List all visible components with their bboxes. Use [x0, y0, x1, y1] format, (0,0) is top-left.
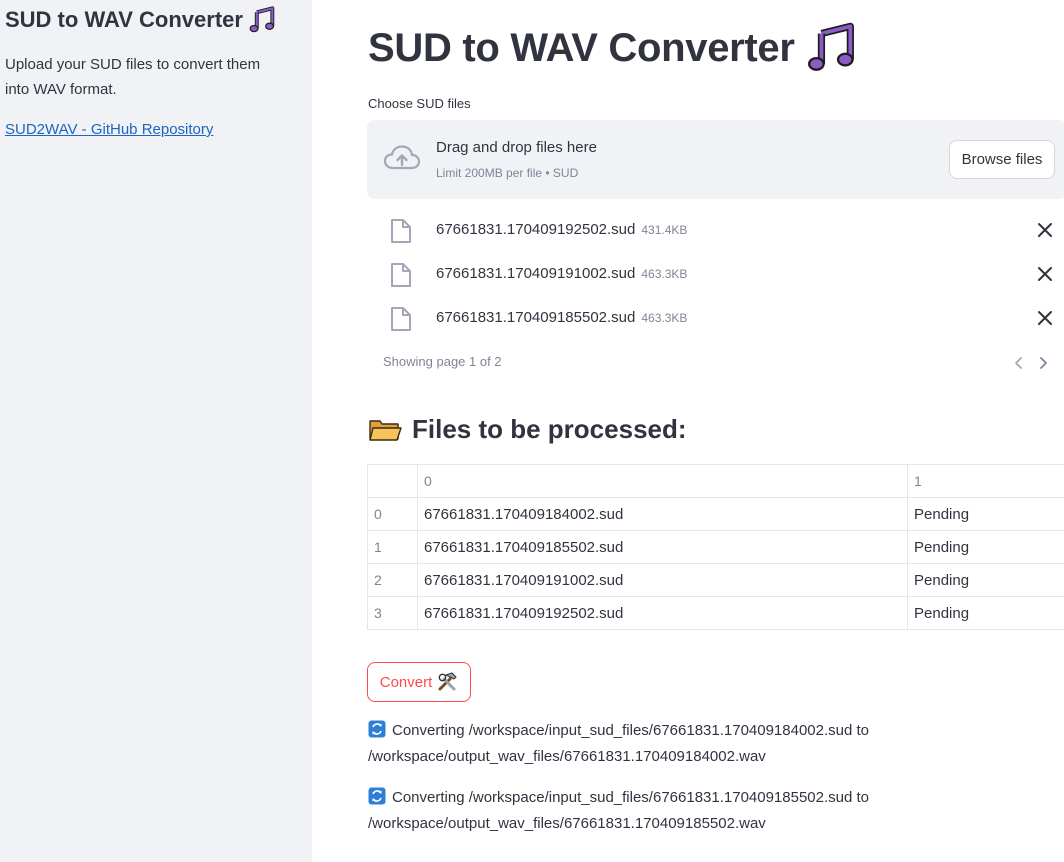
table-header-row: 0 1	[367, 464, 1064, 498]
table-column-header[interactable]: 0	[417, 464, 908, 498]
dropzone-instructions: Drag and drop files here	[436, 139, 597, 156]
uploaded-file-name: 67661831.170409192502.sud 431.4KB	[436, 221, 687, 238]
file-icon	[391, 219, 411, 243]
table-row-index: 1	[367, 530, 418, 564]
table-column-header[interactable]: 1	[907, 464, 1064, 498]
files-section-heading: Files to be processed:	[368, 414, 687, 445]
table-row-index: 3	[367, 596, 418, 630]
sidebar-title-text: SUD to WAV Converter	[5, 7, 243, 32]
folder-icon	[369, 419, 402, 441]
conversion-log-line: Converting /workspace/input_sud_files/67…	[368, 785, 1058, 837]
uploaded-file-size: 431.4KB	[641, 223, 688, 237]
table-row: 0 67661831.170409184002.sud Pending	[367, 497, 1064, 531]
cloud-upload-icon	[383, 145, 421, 170]
musical-notes-icon	[249, 6, 275, 33]
conversion-log-text: Converting /workspace/input_sud_files/67…	[368, 789, 870, 832]
table-index-header	[367, 464, 418, 498]
remove-file-close-icon[interactable]	[1036, 309, 1054, 327]
table-cell-file[interactable]: 67661831.170409192502.sud	[417, 596, 908, 630]
uploaded-file-row: 67661831.170409185502.sud 463.3KB	[367, 298, 1064, 338]
uploaded-file-name-text: 67661831.170409185502.sud	[436, 309, 636, 326]
file-icon	[391, 263, 411, 287]
table-cell-status[interactable]: Pending	[907, 596, 1064, 630]
table-row-index: 0	[367, 497, 418, 531]
table-row: 3 67661831.170409192502.sud Pending	[367, 596, 1064, 630]
table-cell-file[interactable]: 67661831.170409185502.sud	[417, 530, 908, 564]
convert-button[interactable]: Convert	[367, 662, 471, 702]
uploaded-file-size: 463.3KB	[641, 267, 688, 281]
uploaded-file-row: 67661831.170409192502.sud 431.4KB	[367, 210, 1064, 250]
dropzone-limit: Limit 200MB per file • SUD	[436, 166, 579, 180]
table-cell-file[interactable]: 67661831.170409191002.sud	[417, 563, 908, 597]
chevron-left-icon[interactable]	[1012, 355, 1026, 371]
file-dropzone[interactable]: Drag and drop files here Limit 200MB per…	[367, 120, 1064, 199]
files-section-title: Files to be processed:	[412, 414, 687, 444]
uploaded-file-name: 67661831.170409185502.sud 463.3KB	[436, 309, 687, 326]
table-cell-file[interactable]: 67661831.170409184002.sud	[417, 497, 908, 531]
table-row-index: 2	[367, 563, 418, 597]
table-row: 1 67661831.170409185502.sud Pending	[367, 530, 1064, 564]
table-cell-status[interactable]: Pending	[907, 530, 1064, 564]
table-cell-status[interactable]: Pending	[907, 563, 1064, 597]
uploaded-file-name: 67661831.170409191002.sud 463.3KB	[436, 265, 687, 282]
pagination-status: Showing page 1 of 2	[383, 354, 502, 369]
uploaded-file-row: 67661831.170409191002.sud 463.3KB	[367, 254, 1064, 294]
file-icon	[391, 307, 411, 331]
uploaded-file-size: 463.3KB	[641, 311, 688, 325]
refresh-icon	[368, 720, 386, 738]
sidebar-description: Upload your SUD files to convert them in…	[5, 56, 261, 98]
github-repository-link[interactable]: SUD2WAV - GitHub Repository	[5, 120, 213, 140]
conversion-log-line: Converting /workspace/input_sud_files/67…	[368, 718, 1058, 770]
files-table[interactable]: 0 1 0 67661831.170409184002.sud Pending …	[367, 464, 1064, 630]
sidebar-title: SUD to WAV Converter	[5, 6, 277, 34]
convert-button-label: Convert	[379, 673, 433, 691]
musical-notes-icon	[807, 22, 854, 71]
table-cell-status[interactable]: Pending	[907, 497, 1064, 531]
table-row: 2 67661831.170409191002.sud Pending	[367, 563, 1064, 597]
uploaded-file-name-text: 67661831.170409191002.sud	[436, 265, 636, 282]
remove-file-close-icon[interactable]	[1036, 265, 1054, 283]
remove-file-close-icon[interactable]	[1036, 221, 1054, 239]
page-title-text: SUD to WAV Converter	[368, 25, 795, 70]
chevron-right-icon[interactable]	[1036, 355, 1050, 371]
conversion-log-text: Converting /workspace/input_sud_files/67…	[368, 722, 870, 765]
uploader-label: Choose SUD files	[368, 96, 471, 111]
hammer-wrench-icon	[438, 672, 457, 691]
uploaded-file-name-text: 67661831.170409192502.sud	[436, 221, 636, 238]
sidebar: SUD to WAV Converter Upload your SUD fil…	[0, 0, 312, 862]
browse-files-button[interactable]: Browse files	[949, 140, 1055, 179]
refresh-icon	[368, 787, 386, 805]
page-title: SUD to WAV Converter	[368, 22, 859, 74]
